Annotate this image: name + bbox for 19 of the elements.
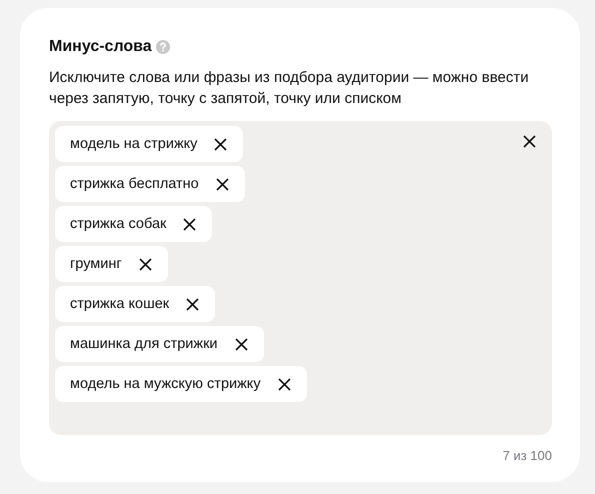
chip-label: стрижка собак [70, 216, 166, 232]
keywords-field[interactable]: модель на стрижку стрижка бесплатно стрижка собак груминг стрижка кошек машинка для стрижки модель на мужскую стрижку [49, 121, 552, 435]
close-icon[interactable] [186, 298, 200, 310]
close-icon[interactable] [278, 378, 291, 390]
close-icon[interactable] [183, 218, 196, 230]
chip-label: стрижка бесплатно [70, 176, 199, 192]
close-icon[interactable] [523, 135, 536, 148]
chip-label: груминг [70, 256, 122, 272]
chip-label: модель на мужскую стрижку [70, 376, 261, 392]
chip-label: стрижка кошек [70, 296, 170, 312]
description: Исключите слова или фразы из подбора аудитории — можно ввести через запятую, точку с запятой, точку или списком [49, 68, 530, 109]
section-title: Минус-слова [49, 38, 152, 56]
close-icon[interactable] [234, 338, 248, 350]
chip-label: машинка для стрижки [70, 336, 218, 352]
close-icon[interactable] [216, 178, 229, 190]
chip-label: модель на стрижку [70, 136, 198, 152]
close-icon[interactable] [214, 138, 228, 150]
close-icon[interactable] [138, 258, 152, 270]
word-counter: 7 из 100 [502, 448, 552, 463]
